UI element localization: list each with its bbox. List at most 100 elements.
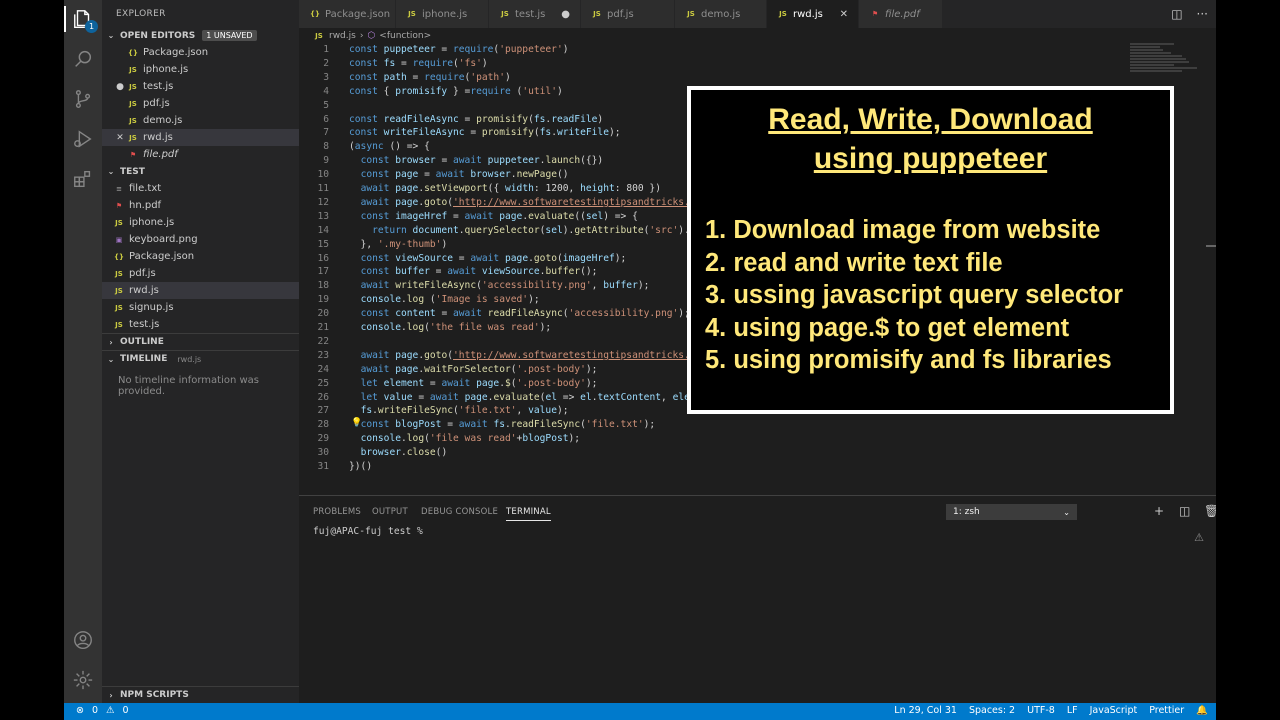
open-editor-item[interactable]: JS demo.js [102,112,299,129]
json-file-icon: {} [128,48,138,57]
panel-tab-terminal[interactable]: TERMINAL [506,507,551,521]
tab-demo-js[interactable]: JS demo.js [675,0,767,28]
unsaved-badge: 1 UNSAVED [202,30,257,41]
open-editors-header[interactable]: ⌄ OPEN EDITORS 1 UNSAVED [102,27,299,44]
open-editor-item[interactable]: ✕ JS rwd.js [102,129,299,146]
folder-header[interactable]: ⌄ TEST [102,163,299,180]
line-number: 30 [317,447,329,459]
js-file-icon: JS [129,82,137,91]
line-number: 7 [323,127,329,139]
panel-tab-problems[interactable]: PROBLEMS [313,507,361,517]
line-number: 9 [323,155,329,167]
run-debug-icon[interactable] [71,127,95,151]
open-editor-label: rwd.js [143,132,173,143]
code-text: console.log('the file was read'); [360,322,552,333]
json-file-icon: {} [114,252,124,261]
code-line[interactable]: 31})() [299,460,1199,474]
minimap[interactable] [1130,43,1204,83]
error-count: 0 [91,705,99,716]
code-line[interactable]: 2 const fs = require('fs') [299,57,1199,71]
tab-iphone-js[interactable]: JS iphone.js [396,0,489,28]
code-line[interactable]: 29 console.log('file was read'+blogPost)… [299,432,1199,446]
tab-test-js[interactable]: JS test.js ● [489,0,581,28]
source-control-icon[interactable] [71,87,95,111]
split-editor-icon[interactable]: ◫ [1171,7,1182,21]
line-number: 26 [317,391,329,403]
language-mode[interactable]: JavaScript [1090,705,1138,716]
status-left[interactable]: ⊗ 0 ⚠ 0 [76,705,129,716]
timeline-header[interactable]: ⌄ TIMELINE rwd.js [102,350,299,367]
tab-package-json[interactable]: {} Package.json [299,0,396,28]
open-editor-item[interactable]: ● JS test.js [102,78,299,95]
chevron-down-icon: ⌄ [107,31,115,40]
file-tree-item[interactable]: ⚑ hn.pdf [102,197,299,214]
bottom-panel: PROBLEMS OUTPUT DEBUG CONSOLE TERMINAL 1: z… [299,495,1216,703]
open-editor-item[interactable]: ⚑ file.pdf [102,146,299,163]
breadcrumb-symbol[interactable]: <function> [379,31,431,41]
code-text: const fs = require('fs') [349,57,488,69]
editor-tabs: {} Package.json JS iphone.js JS test.js ● JS pdf… [299,0,1216,28]
indentation[interactable]: Spaces: 2 [969,705,1015,716]
lightbulb-icon[interactable]: 💡 [351,418,362,428]
js-file-icon: JS [129,65,137,74]
line-number: 19 [317,294,329,306]
extensions-icon[interactable] [71,167,95,191]
close-icon[interactable]: ✕ [840,9,848,20]
npm-scripts-header[interactable]: › NPM SCRIPTS [102,686,299,703]
file-tree-item[interactable]: JS rwd.js [102,282,299,299]
account-icon[interactable] [71,628,95,652]
file-tree-label: file.txt [129,183,162,194]
file-tree-item[interactable]: JS test.js [102,316,299,333]
overlay-title: Read, Write, Download using puppeteer [691,100,1170,178]
code-text: }, '.my-thumb') [349,238,448,250]
editor-actions: ◫ ··· [1171,7,1208,21]
code-text: const viewSource = await page.goto(image… [360,252,627,264]
cursor-position[interactable]: Ln 29, Col 31 [894,705,957,716]
terminal-prompt[interactable]: fuj@APAC-fuj test % [313,526,423,537]
code-line[interactable]: 30 browser.close() [299,446,1199,460]
png-file-icon: ▣ [115,235,123,244]
panel-tab-output[interactable]: OUTPUT [372,507,408,517]
line-number: 21 [317,322,329,333]
close-icon[interactable]: ✕ [114,133,126,143]
more-actions-icon[interactable]: ··· [1197,7,1208,21]
open-editor-item[interactable]: JS iphone.js [102,61,299,78]
outline-header[interactable]: › OUTLINE [102,333,299,350]
tab-pdf-js[interactable]: JS pdf.js [581,0,675,28]
line-number: 10 [317,169,329,181]
code-line[interactable]: 3 const path = require('path') [299,71,1199,85]
tab-rwd-js[interactable]: JS rwd.js ✕ [767,0,859,28]
code-text: await page.goto('http://www.softwaretest… [360,196,702,208]
eol[interactable]: LF [1067,705,1078,716]
file-tree-item[interactable]: JS iphone.js [102,214,299,231]
encoding[interactable]: UTF-8 [1027,705,1055,716]
search-icon[interactable] [71,47,95,71]
formatter[interactable]: Prettier [1149,705,1184,716]
gear-icon[interactable] [71,668,95,692]
explorer-badge: 1 [85,20,98,33]
terminal-select[interactable]: 1: zsh ⌄ [946,504,1077,520]
trash-icon[interactable]: 🗑 [1204,504,1216,518]
line-number: 31 [317,461,329,472]
file-tree-item[interactable]: ▣ keyboard.png [102,231,299,248]
tab-file-pdf[interactable]: ⚑ file.pdf [859,0,943,28]
code-text: browser.close() [360,447,448,459]
overlay-list: 1. Download image from website 2. read an… [705,214,1123,377]
file-tree-item[interactable]: JS pdf.js [102,265,299,282]
open-editor-item[interactable]: JS pdf.js [102,95,299,112]
new-terminal-icon[interactable]: + [1154,504,1164,518]
code-line[interactable]: 1 const puppeteer = require('puppeteer') [299,43,1199,57]
dirty-indicator[interactable]: ● [561,9,570,20]
dirty-indicator[interactable]: ● [114,82,126,92]
split-terminal-icon[interactable]: ◫ [1179,504,1190,518]
explorer-icon[interactable]: 1 [71,7,98,33]
code-text: const writeFileAsync = promisify(fs.writ… [349,127,621,139]
notifications-icon[interactable]: 🔔 [1196,705,1208,716]
file-tree-item[interactable]: JS signup.js [102,299,299,316]
breadcrumb-file[interactable]: rwd.js [329,31,356,41]
code-line[interactable]: 28 const blogPost = await fs.readFileSyn… [299,418,1199,432]
file-tree-item[interactable]: {} Package.json [102,248,299,265]
panel-tab-debug-console[interactable]: DEBUG CONSOLE [421,507,498,517]
open-editor-item[interactable]: {} Package.json [102,44,299,61]
file-tree-item[interactable]: ≡ file.txt [102,180,299,197]
